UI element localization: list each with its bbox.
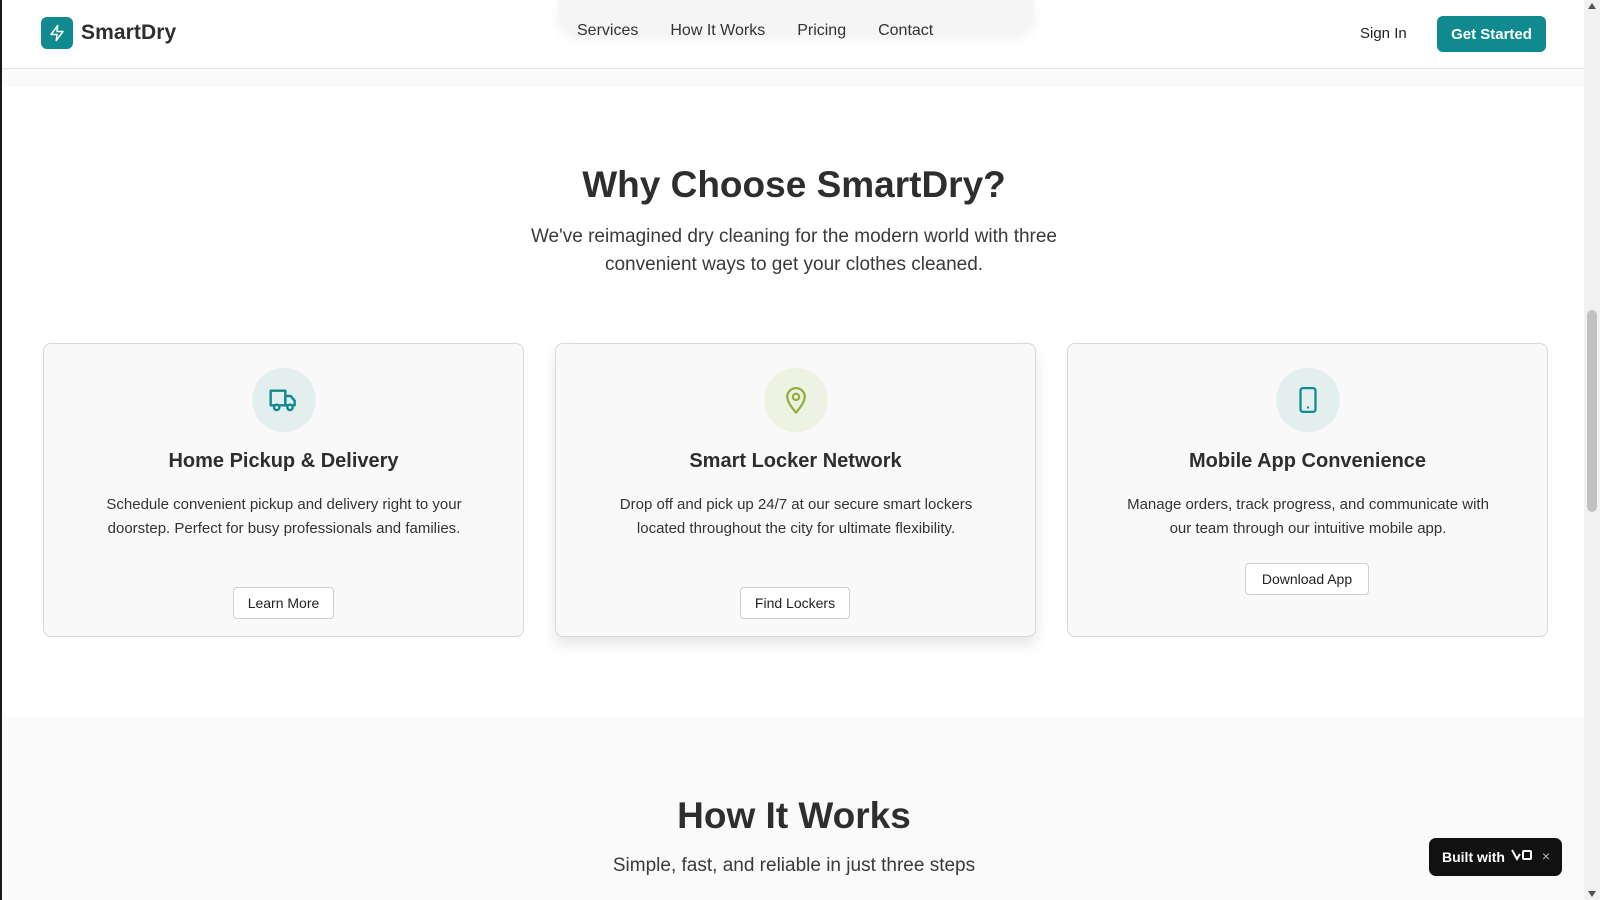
section-title: Why Choose SmartDry? (582, 164, 1006, 205)
section-divider (2, 69, 1584, 87)
section-title: How It Works (677, 795, 911, 836)
lightning-icon (41, 17, 73, 49)
card-description: Drop off and pick up 24/7 at our secure … (619, 496, 973, 537)
logo[interactable]: SmartDry (41, 17, 176, 49)
main-nav: Services How It Works Pricing Contact (577, 22, 933, 40)
card-title: Mobile App Convenience (1188, 450, 1427, 472)
card-description: Schedule convenient pickup and delivery … (106, 496, 462, 537)
scroll-down-icon[interactable] (1588, 891, 1596, 897)
nav-how-it-works[interactable]: How It Works (670, 22, 765, 40)
section-subtitle: We've reimagined dry cleaning for the mo… (530, 226, 1058, 275)
why-section: Why Choose SmartDry? We've reimagined dr… (2, 87, 1584, 717)
how-it-works-section: How It Works Simple, fast, and reliable … (2, 717, 1584, 900)
nav-contact[interactable]: Contact (878, 22, 933, 40)
section-subtitle: Simple, fast, and reliable in just three… (612, 855, 976, 876)
built-with-badge[interactable]: Built with × (1429, 838, 1562, 876)
download-app-button[interactable]: Download App (1245, 563, 1369, 595)
nav-services[interactable]: Services (577, 22, 638, 40)
built-with-label: Built with (1442, 849, 1505, 865)
site-header: SmartDry Services How It Works Pricing C… (2, 0, 1584, 69)
service-card-home-pickup: Home Pickup & Delivery Schedule convenie… (43, 343, 524, 637)
sign-in-link[interactable]: Sign In (1360, 25, 1407, 42)
get-started-button[interactable]: Get Started (1437, 16, 1546, 52)
service-card-mobile-app: Mobile App Convenience Manage orders, tr… (1067, 343, 1548, 637)
brand-name: SmartDry (81, 21, 177, 44)
find-lockers-button[interactable]: Find Lockers (740, 587, 850, 619)
smartphone-icon (1276, 368, 1340, 432)
card-description: Manage orders, track progress, and commu… (1127, 496, 1489, 537)
service-card-smart-locker: Smart Locker Network Drop off and pick u… (555, 343, 1036, 637)
scrollbar[interactable] (1584, 0, 1600, 900)
truck-icon (252, 368, 316, 432)
card-title: Home Pickup & Delivery (168, 450, 399, 472)
scroll-up-icon[interactable] (1588, 3, 1596, 9)
learn-more-button[interactable]: Learn More (233, 587, 334, 619)
page: SmartDry Services How It Works Pricing C… (0, 0, 1584, 900)
scrollbar-thumb[interactable] (1587, 310, 1597, 512)
close-icon[interactable]: × (1542, 848, 1550, 864)
v0-logo-icon (1511, 848, 1533, 866)
map-pin-icon (764, 368, 828, 432)
card-title: Smart Locker Network (689, 450, 902, 472)
nav-pricing[interactable]: Pricing (797, 22, 846, 40)
